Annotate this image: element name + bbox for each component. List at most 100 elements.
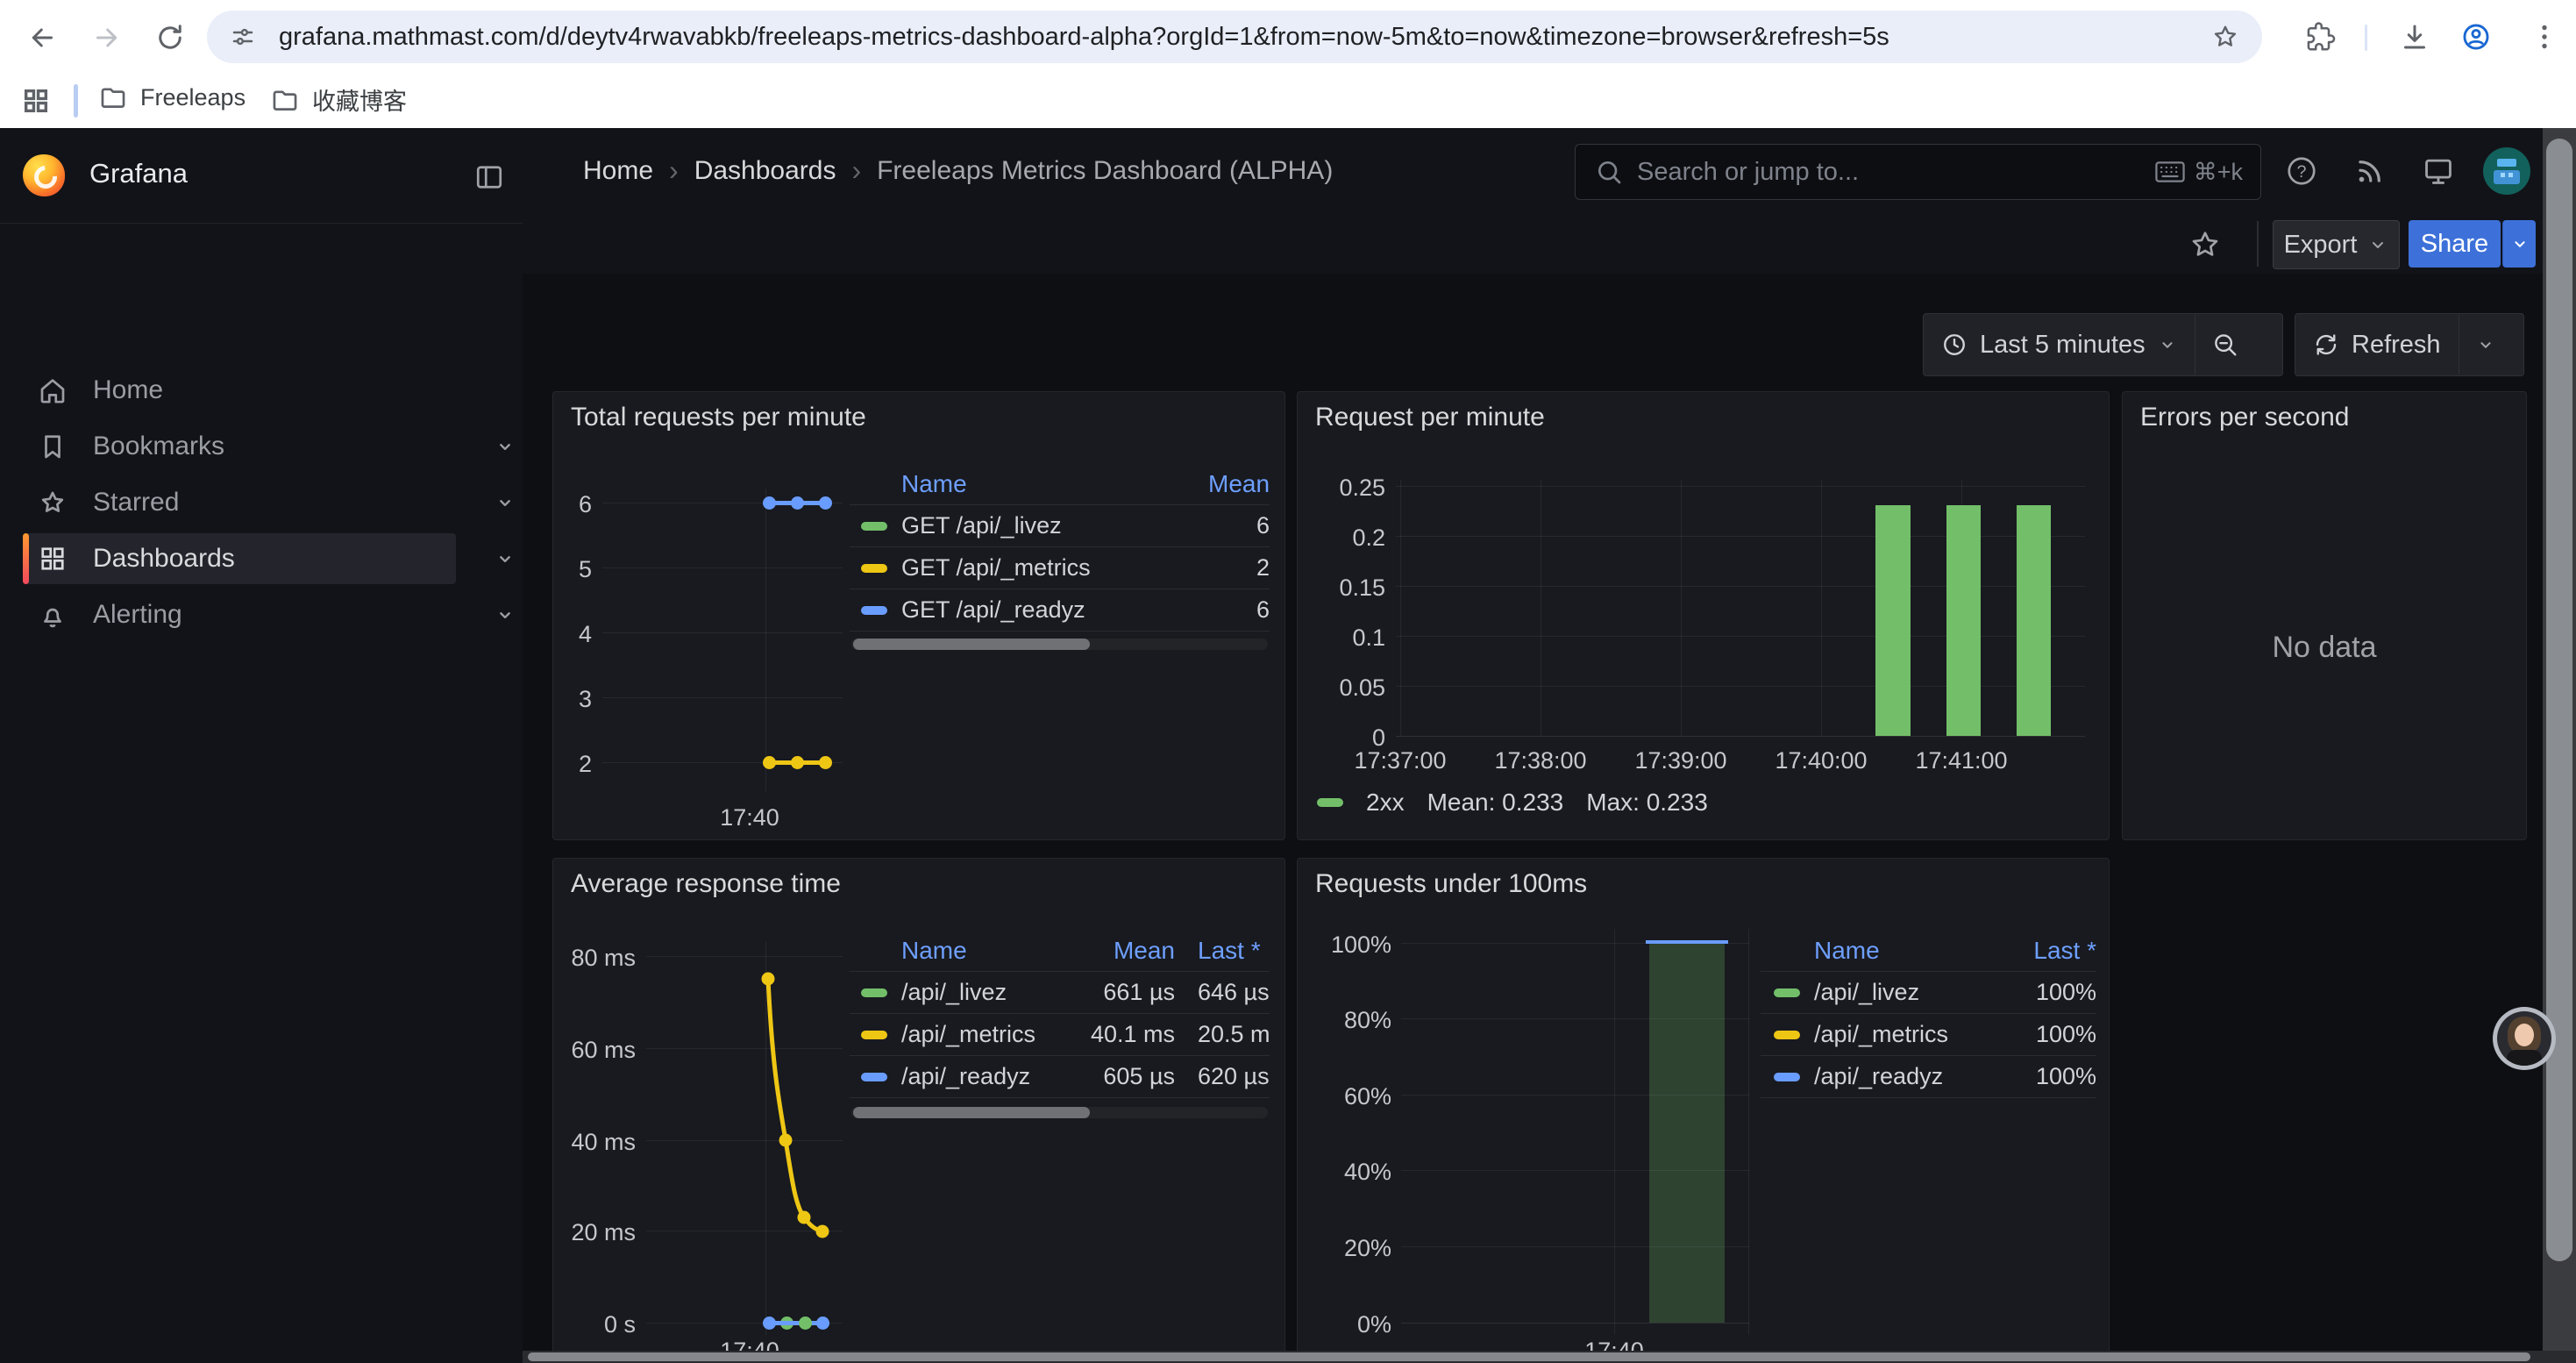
refresh-interval-button[interactable] [2459, 314, 2512, 375]
legend-header-last[interactable]: Last * [2000, 937, 2096, 965]
back-icon[interactable] [26, 22, 58, 54]
breadcrumb-home[interactable]: Home [583, 156, 653, 186]
y-tick: 100% [1305, 931, 1391, 959]
panel-title: Total requests per minute [571, 403, 866, 432]
export-button[interactable]: Export [2273, 220, 2400, 269]
bar-2xx [1946, 505, 1981, 736]
legend-header-last[interactable]: Last * [1175, 937, 1270, 965]
screen: grafana.mathmast.com/d/deytv4rwavabkb/fr… [0, 0, 2576, 1363]
bar-2xx [1875, 505, 1911, 736]
site-settings-icon[interactable] [230, 24, 256, 50]
data-point [791, 496, 804, 510]
legend-header-name[interactable]: Name [901, 937, 1063, 965]
zoom-out-button[interactable] [2195, 314, 2255, 375]
rss-icon[interactable] [2353, 154, 2387, 188]
y-tick: 40% [1305, 1159, 1391, 1186]
legend-scrollbar[interactable] [851, 639, 1268, 650]
browser-menu-icon[interactable] [2529, 21, 2560, 53]
user-avatar[interactable] [2483, 147, 2530, 195]
monitor-icon[interactable] [2422, 154, 2455, 188]
panel-errors-per-second[interactable]: Errors per second No data [2122, 391, 2527, 840]
panel-avg-response-time[interactable]: Average response time 80 ms 60 ms 40 ms … [552, 858, 1285, 1363]
bar-top-cap [1646, 940, 1728, 944]
refresh-button[interactable]: Refresh [2295, 314, 2459, 375]
search-input[interactable]: Search or jump to... ⌘+k [1575, 144, 2261, 200]
panel-requests-under-100ms[interactable]: Requests under 100ms 100% 80% 60% 40% 20… [1297, 858, 2110, 1363]
download-icon[interactable] [2399, 21, 2430, 53]
bar-2xx [2017, 505, 2051, 736]
chevron-down-icon[interactable] [493, 434, 517, 459]
vertical-scrollbar-thumb[interactable] [2546, 139, 2572, 1261]
chevron-down-icon [2158, 335, 2177, 354]
bookmark-folder-label: 收藏博客 [312, 82, 407, 117]
chevron-down-icon[interactable] [493, 490, 517, 515]
y-tick: 3 [555, 686, 592, 713]
collapse-sidebar-icon[interactable] [473, 161, 505, 193]
legend-row[interactable]: GET /api/_readyz 6 [850, 589, 1270, 631]
zoom-out-icon [2212, 332, 2238, 358]
chevron-down-icon[interactable] [493, 546, 517, 571]
legend-row[interactable]: /api/_metrics 100% [1761, 1013, 2096, 1055]
refresh-controls: Refresh [2295, 313, 2524, 376]
refresh-icon [2313, 332, 2339, 358]
legend-header-name[interactable]: Name [901, 470, 1208, 498]
legend-row[interactable]: GET /api/_livez 6 [850, 504, 1270, 546]
legend-row[interactable]: /api/_livez 661 µs 646 µs [850, 971, 1270, 1013]
bookmark-folder-blogs[interactable]: 收藏博客 [270, 82, 407, 117]
dashboard-actions-bar: Export Share [523, 214, 2576, 275]
browser-toolbar: grafana.mathmast.com/d/deytv4rwavabkb/fr… [0, 0, 2576, 74]
sidebar-item-home[interactable]: Home [14, 365, 505, 416]
share-button[interactable]: Share [2409, 220, 2501, 268]
data-point [763, 496, 776, 510]
data-point [791, 756, 804, 769]
panel-request-per-minute[interactable]: Request per minute 0.25 0.2 0.15 0.1 0.0… [1297, 391, 2110, 840]
bookmark-icon [37, 431, 68, 462]
sidebar-item-starred[interactable]: Starred [14, 477, 505, 528]
reload-icon[interactable] [154, 22, 186, 54]
share-menu-button[interactable] [2502, 220, 2536, 268]
sidebar-item-label: Alerting [93, 600, 182, 630]
url-text[interactable]: grafana.mathmast.com/d/deytv4rwavabkb/fr… [279, 23, 2262, 52]
favorite-star-icon[interactable] [2188, 228, 2222, 261]
sidebar-item-bookmarks[interactable]: Bookmarks [14, 421, 505, 472]
legend-row[interactable]: /api/_metrics 40.1 ms 20.5 ms [850, 1013, 1270, 1055]
bookmark-star-icon[interactable] [2211, 23, 2239, 51]
sidebar-item-alerting[interactable]: Alerting [14, 589, 505, 640]
y-tick: 20 ms [555, 1219, 636, 1246]
data-point [819, 496, 832, 510]
time-range-picker[interactable]: Last 5 minutes [1924, 314, 2195, 375]
panel-title: Request per minute [1315, 403, 1545, 432]
top-navbar: Home › Dashboards › Freeleaps Metrics Da… [523, 128, 2576, 215]
chevron-down-icon[interactable] [493, 603, 517, 627]
floating-avatar[interactable] [2493, 1007, 2556, 1070]
grafana-logo[interactable] [23, 154, 65, 196]
legend-header-name[interactable]: Name [1814, 937, 2000, 965]
legend-row[interactable]: /api/_livez 100% [1761, 971, 2096, 1013]
extensions-icon[interactable] [2304, 21, 2336, 53]
series-color-pill [861, 606, 887, 615]
bookmark-folder-freeleaps[interactable]: Freeleaps [98, 82, 246, 112]
sidebar-item-dashboards[interactable]: Dashboards [14, 533, 505, 584]
legend-row[interactable]: /api/_readyz 100% [1761, 1055, 2096, 1097]
x-tick: 17:40 [706, 804, 793, 831]
legend-row[interactable]: GET /api/_metrics 2 [850, 546, 1270, 589]
legend-header-mean[interactable]: Mean [1063, 937, 1175, 965]
breadcrumb-current: Freeleaps Metrics Dashboard (ALPHA) [877, 156, 1333, 186]
horizontal-scrollbar-thumb[interactable] [528, 1352, 2530, 1361]
breadcrumb-separator: › [669, 154, 679, 187]
legend-inline[interactable]: 2xx Mean: 0.233 Max: 0.233 [1317, 789, 1708, 817]
help-icon[interactable]: ? [2285, 154, 2318, 188]
legend-scrollbar[interactable] [851, 1107, 1268, 1118]
data-point [763, 1317, 776, 1330]
apps-grid-icon[interactable] [21, 86, 51, 116]
series-color-pill [861, 1031, 887, 1039]
url-bar[interactable]: grafana.mathmast.com/d/deytv4rwavabkb/fr… [207, 11, 2262, 63]
profile-icon[interactable] [2460, 21, 2492, 53]
y-tick: 80% [1305, 1007, 1391, 1034]
y-tick: 2 [555, 751, 592, 778]
panel-total-requests[interactable]: Total requests per minute 6 5 4 3 2 17:4… [552, 391, 1285, 840]
legend-row[interactable]: /api/_readyz 605 µs 620 µs [850, 1055, 1270, 1097]
breadcrumb-dashboards[interactable]: Dashboards [694, 156, 836, 186]
forward-icon[interactable] [91, 22, 123, 54]
legend-header-mean[interactable]: Mean [1208, 470, 1270, 498]
